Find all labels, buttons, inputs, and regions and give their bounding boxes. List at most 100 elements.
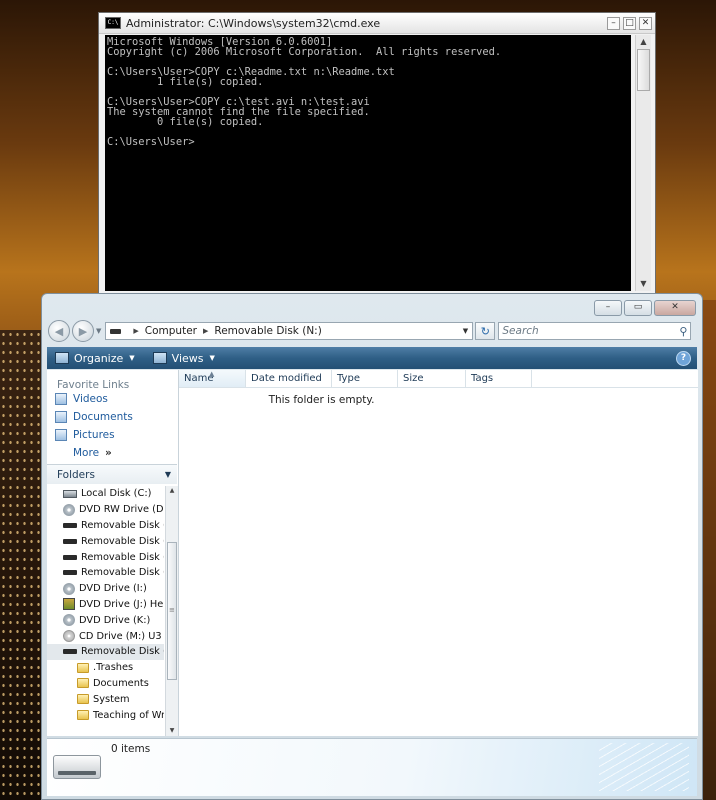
folder-icon [77,710,89,721]
tree-item-label: Removable Disk (N:) [81,646,164,658]
column-label: Type [337,373,360,384]
explorer-window[interactable]: – ▭ ✕ ◀ ▶ ▼ ▶ Computer ▶ Removable Disk … [41,293,703,800]
column-header-date-modified[interactable]: Date modified [246,370,332,387]
console-line: Copyright (c) 2006 Microsoft Corporation… [107,46,502,58]
scroll-up-icon[interactable]: ▲ [166,486,178,496]
navigation-pane: Favorite Links Videos Documents Pictures… [47,370,179,736]
folder-icon [77,694,89,705]
sort-ascending-icon: ▲ [209,370,215,378]
tree-item[interactable]: DVD Drive (I:) [47,581,164,597]
cmd-scrollbar[interactable]: ▲ ▼ [635,35,651,291]
tree-item-label: Removable Disk (G:) [81,551,164,563]
folder-tree[interactable]: Local Disk (C:) DVD RW Drive (D:) Removabl… [47,486,164,736]
folders-header[interactable]: Folders ▼ [47,464,177,484]
dvd-drive-icon [63,503,75,516]
videos-icon [55,393,67,405]
search-icon[interactable]: ⚲ [679,325,687,338]
search-input[interactable]: Search ⚲ [498,322,692,340]
column-header-name[interactable]: ▲ Name [179,370,246,387]
cmd-titlebar[interactable]: C:\ Administrator: C:\Windows\system32\c… [99,13,655,34]
organize-icon [55,352,69,364]
breadcrumb-separator-icon[interactable]: ▶ [203,327,208,335]
cd-drive-icon [63,630,75,643]
empty-folder-message: This folder is empty. [268,394,375,406]
tree-item-label: Removable Disk (E:) [81,519,164,531]
hard-drive-icon [63,489,77,498]
more-label: More [73,447,100,459]
refresh-icon[interactable]: ↻ [475,322,496,340]
tree-item[interactable]: Removable Disk (N:) [47,643,164,660]
file-list[interactable]: ▲ Name Date modified Type Size Tags This… [179,370,698,736]
folder-icon [77,662,89,673]
views-button[interactable]: Views ▼ [152,352,215,365]
scroll-thumb[interactable] [637,49,650,91]
address-row: ◀ ▶ ▼ ▶ Computer ▶ Removable Disk (N:) ▼… [48,318,696,344]
tree-item-label: Removable Disk (F:) [81,535,164,547]
removable-disk-icon [53,755,101,779]
tree-item[interactable]: .Trashes [47,660,164,676]
address-dropdown-icon[interactable]: ▼ [458,327,472,335]
favorite-link-videos[interactable]: Videos [47,390,178,408]
chevron-down-icon: ▼ [209,354,215,362]
tree-item[interactable]: Documents [47,676,164,692]
maximize-icon[interactable]: □ [623,16,636,30]
tree-item[interactable]: System [47,691,164,707]
minimize-icon[interactable]: – [594,300,622,316]
breadcrumb-removable-disk[interactable]: Removable Disk (N:) [214,325,321,337]
tree-item-label: .Trashes [93,662,134,674]
double-chevron-icon: » [105,447,112,459]
organize-button[interactable]: Organize ▼ [55,352,135,365]
favorite-link-label: Documents [73,411,133,423]
tree-item[interactable]: DVD RW Drive (D:) [47,502,164,518]
favorite-link-label: Videos [73,393,108,405]
column-header-tags[interactable]: Tags [466,370,532,387]
tree-item[interactable]: Local Disk (C:) [47,486,164,502]
decorative-swoosh [599,743,689,791]
close-icon[interactable]: ✕ [639,16,652,30]
tree-item[interactable]: Removable Disk (E:) [47,518,164,534]
column-label: Size [403,373,424,384]
details-pane: 0 items [47,738,697,796]
tree-item[interactable]: Teaching of Writing [47,707,164,723]
favorite-link-pictures[interactable]: Pictures [47,426,178,444]
tree-item[interactable]: Removable Disk (H:) [47,565,164,581]
favorite-links-more[interactable]: More » [47,444,178,462]
console-line: 1 file(s) copied. [107,76,264,88]
search-placeholder: Search [502,325,539,337]
scroll-up-icon[interactable]: ▲ [636,35,651,49]
folder-tree-scrollbar[interactable]: ▲ ≡ ▼ [165,486,178,736]
cmd-title: Administrator: C:\Windows\system32\cmd.e… [126,16,381,30]
favorite-link-documents[interactable]: Documents [47,408,178,426]
command-toolbar: Organize ▼ Views ▼ ? [47,347,697,369]
tree-item[interactable]: DVD Drive (J:) Heroes [47,597,164,613]
favorite-link-label: Pictures [73,429,115,441]
tree-item[interactable]: Removable Disk (F:) [47,533,164,549]
scroll-down-icon[interactable]: ▼ [166,726,178,736]
forward-icon[interactable]: ▶ [72,320,94,342]
column-label: Date modified [251,373,322,384]
tree-item-label: DVD Drive (K:) [79,614,151,626]
cmd-window[interactable]: C:\ Administrator: C:\Windows\system32\c… [98,12,656,295]
tree-item[interactable]: DVD Drive (K:) [47,612,164,628]
tree-item[interactable]: Removable Disk (G:) [47,549,164,565]
column-header-type[interactable]: Type [332,370,398,387]
minimize-icon[interactable]: – [607,16,620,30]
maximize-icon[interactable]: ▭ [624,300,652,316]
console-line: C:\Users\User> [107,136,195,148]
removable-disk-icon [63,570,77,576]
pictures-icon [55,429,67,441]
scroll-down-icon[interactable]: ▼ [636,277,651,291]
recent-pages-dropdown-icon[interactable]: ▼ [96,327,101,335]
removable-disk-icon [63,538,77,544]
tree-item[interactable]: CD Drive (M:) U3 System [47,628,164,644]
console-output[interactable]: Microsoft Windows [Version 6.0.6001] Copy… [105,35,631,291]
close-icon[interactable]: ✕ [654,300,696,316]
breadcrumb-separator-icon[interactable]: ▶ [133,327,138,335]
back-icon[interactable]: ◀ [48,320,70,342]
column-header-size[interactable]: Size [398,370,466,387]
address-bar[interactable]: ▶ Computer ▶ Removable Disk (N:) ▼ [105,322,474,340]
folder-icon [77,678,89,689]
breadcrumb-computer[interactable]: Computer [145,325,197,337]
tree-item-label: Removable Disk (H:) [81,567,164,579]
help-icon[interactable]: ? [676,350,691,366]
